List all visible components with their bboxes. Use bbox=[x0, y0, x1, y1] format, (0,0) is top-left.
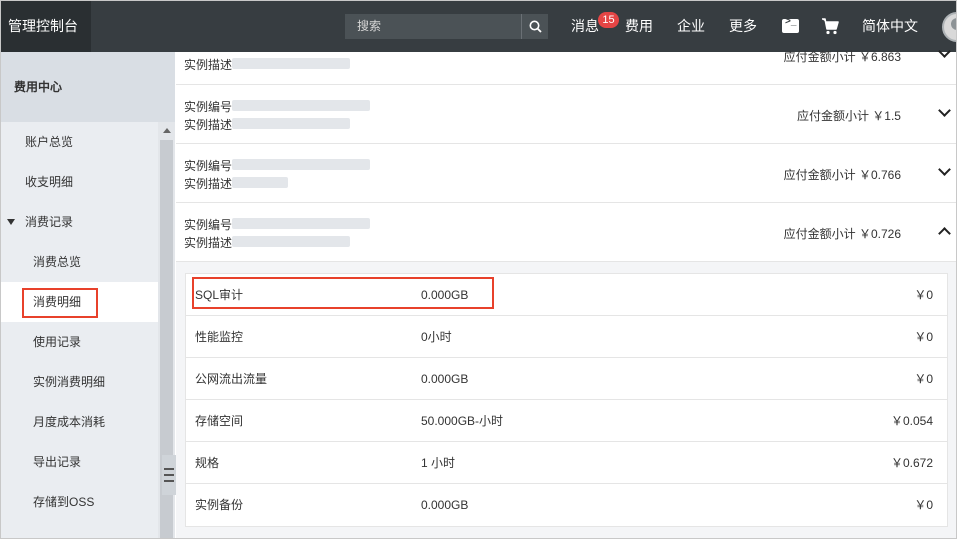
item-cost: ￥0 bbox=[914, 288, 933, 302]
item-cost: ￥0.054 bbox=[890, 414, 933, 428]
highlight-box bbox=[22, 288, 98, 318]
highlight-box bbox=[192, 277, 494, 309]
chevron-down-icon[interactable] bbox=[938, 163, 951, 176]
sidebar-item-consumption-records[interactable]: 消费记录 bbox=[1, 202, 158, 242]
item-name: 公网流出流量 bbox=[195, 372, 268, 386]
item-name: 实例备份 bbox=[195, 498, 244, 512]
redacted-value bbox=[232, 159, 370, 170]
search-icon bbox=[529, 20, 542, 33]
item-cost: ￥0 bbox=[914, 330, 933, 344]
table-row: 公网流出流量 0.000GB ￥0 bbox=[186, 358, 947, 400]
instance-id-label: 实例编号 bbox=[184, 159, 233, 173]
item-cost: ￥0 bbox=[914, 372, 933, 386]
scroll-up-arrow-icon[interactable] bbox=[163, 128, 171, 133]
search-box[interactable]: 搜索 bbox=[345, 14, 548, 39]
redacted-value bbox=[232, 118, 350, 129]
search-input[interactable]: 搜索 bbox=[357, 14, 381, 39]
instance-row[interactable]: 实例描述 应付金额小计 ￥6.863 bbox=[176, 45, 956, 85]
redacted-value bbox=[232, 58, 350, 69]
table-row: 实例备份 0.000GB ￥0 bbox=[186, 484, 947, 526]
instance-row[interactable]: 实例编号 实例描述 应付金额小计 ￥0.766 bbox=[176, 144, 956, 203]
instance-row-expanded[interactable]: 实例编号 实例描述 应付金额小计 ￥0.726 bbox=[176, 203, 956, 262]
language-switcher[interactable]: 简体中文 bbox=[862, 1, 918, 52]
item-cost: ￥0.672 bbox=[890, 456, 933, 470]
billing-items-table: SQL审计 0.000GB ￥0 性能监控 0小时 ￥0 公网流出流量 0.00… bbox=[185, 273, 948, 527]
item-usage: 0.000GB bbox=[421, 372, 469, 386]
console-home-link[interactable]: 管理控制台 bbox=[1, 1, 91, 52]
chevron-down-icon[interactable] bbox=[938, 104, 951, 117]
instance-subtotal: 应付金额小计 ￥0.766 bbox=[783, 168, 901, 182]
redacted-value bbox=[232, 236, 350, 247]
user-avatar[interactable] bbox=[942, 12, 956, 42]
item-name: 存储空间 bbox=[195, 414, 244, 428]
sidebar-item-account-overview[interactable]: 账户总览 bbox=[1, 122, 158, 162]
instance-detail-panel: SQL审计 0.000GB ￥0 性能监控 0小时 ￥0 公网流出流量 0.00… bbox=[176, 262, 956, 538]
sidebar: 费用中心 账户总览 收支明细 消费记录 消费总览 消费明细 使用记录 实例消费明… bbox=[1, 52, 175, 538]
sidebar-item-income-expense[interactable]: 收支明细 bbox=[1, 162, 158, 202]
search-button[interactable] bbox=[521, 14, 548, 39]
item-name: 规格 bbox=[195, 456, 220, 470]
sidebar-collapse-handle[interactable] bbox=[162, 455, 176, 495]
sidebar-item-monthly-cost[interactable]: 月度成本消耗 bbox=[1, 402, 158, 442]
redacted-value bbox=[232, 100, 370, 111]
console-window: 管理控制台 搜索 消息 15 费用 企业 更多 >_ 简体中文 费用中心 账户总… bbox=[0, 0, 957, 539]
chevron-up-icon[interactable] bbox=[938, 227, 951, 240]
messages-count-badge: 15 bbox=[598, 12, 619, 28]
instance-subtotal: 应付金额小计 ￥6.863 bbox=[783, 50, 901, 64]
cart-icon[interactable] bbox=[821, 17, 839, 35]
instance-subtotal: 应付金额小计 ￥1.5 bbox=[796, 109, 901, 123]
instance-desc-label: 实例描述 bbox=[184, 58, 233, 72]
expand-caret-icon bbox=[7, 219, 15, 225]
item-name: 性能监控 bbox=[195, 330, 244, 344]
nav-fees[interactable]: 费用 bbox=[625, 1, 653, 52]
sidebar-item-export-records[interactable]: 导出记录 bbox=[1, 442, 158, 482]
table-row: 存储空间 50.000GB-小时 ￥0.054 bbox=[186, 400, 947, 442]
redacted-value bbox=[232, 218, 370, 229]
sidebar-item-usage-records[interactable]: 使用记录 bbox=[1, 322, 158, 362]
top-navigation-bar: 管理控制台 搜索 消息 15 费用 企业 更多 >_ 简体中文 bbox=[1, 1, 956, 52]
item-usage: 0.000GB bbox=[421, 498, 469, 512]
item-usage: 1 小时 bbox=[421, 456, 456, 470]
table-row: 规格 1 小时 ￥0.672 bbox=[186, 442, 947, 484]
nav-more[interactable]: 更多 bbox=[729, 1, 757, 52]
table-row: SQL审计 0.000GB ￥0 bbox=[186, 274, 947, 316]
redacted-value bbox=[232, 177, 288, 188]
item-usage: 50.000GB-小时 bbox=[421, 414, 504, 428]
nav-enterprise[interactable]: 企业 bbox=[677, 1, 705, 52]
instance-id-label: 实例编号 bbox=[184, 100, 233, 114]
instance-desc-label: 实例描述 bbox=[184, 118, 233, 132]
item-usage: 0小时 bbox=[421, 330, 452, 344]
terminal-icon[interactable]: >_ bbox=[782, 16, 799, 33]
sidebar-item-consumption-overview[interactable]: 消费总览 bbox=[1, 242, 158, 282]
instance-id-label: 实例编号 bbox=[184, 218, 233, 232]
sidebar-item-store-to-oss[interactable]: 存储到OSS bbox=[1, 482, 158, 522]
instance-subtotal: 应付金额小计 ￥0.726 bbox=[783, 227, 901, 241]
nav-messages[interactable]: 消息 bbox=[571, 1, 599, 52]
item-cost: ￥0 bbox=[914, 498, 933, 512]
instance-desc-label: 实例描述 bbox=[184, 236, 233, 250]
instance-desc-label: 实例描述 bbox=[184, 177, 233, 191]
table-row: 性能监控 0小时 ￥0 bbox=[186, 316, 947, 358]
sidebar-item-label: 消费记录 bbox=[25, 215, 74, 229]
instance-row[interactable]: 实例编号 实例描述 应付金额小计 ￥1.5 bbox=[176, 85, 956, 144]
sidebar-item-instance-consumption[interactable]: 实例消费明细 bbox=[1, 362, 158, 402]
main-content: 实例描述 应付金额小计 ￥6.863 实例编号 实例描述 应付金额小计 ￥1.5… bbox=[176, 45, 956, 538]
sidebar-title: 费用中心 bbox=[1, 52, 175, 122]
